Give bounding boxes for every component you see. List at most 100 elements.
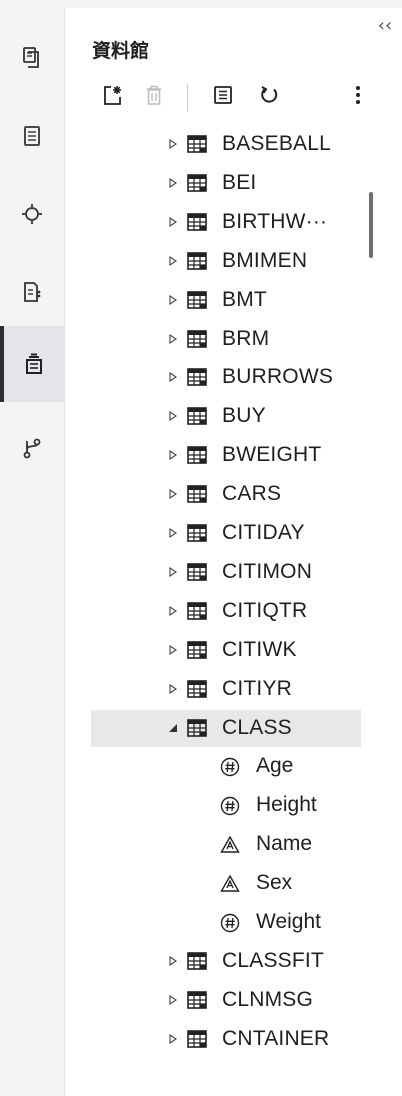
table-icon	[187, 601, 207, 620]
tree-row-table[interactable]: BWEIGHT	[0, 436, 402, 474]
tree-row-table[interactable]: CLASS	[0, 709, 402, 747]
file-copy-icon	[22, 47, 42, 69]
collapsed-triangle-icon[interactable]	[167, 294, 179, 306]
kebab-icon	[355, 85, 361, 110]
table-label: BUY	[222, 404, 266, 428]
table-icon	[187, 446, 207, 464]
table-icon	[187, 718, 207, 737]
panel-toolbar	[0, 82, 402, 114]
table-label: CITIMON	[222, 559, 313, 583]
tree-row-table[interactable]: BMIMEN	[0, 242, 402, 280]
table-icon	[187, 485, 207, 503]
tree-row-table[interactable]: BIRTHW···	[0, 203, 402, 241]
collapsed-triangle-icon[interactable]	[167, 255, 179, 267]
character-column-icon	[220, 874, 240, 894]
tree-row-column[interactable]: Sex	[0, 864, 402, 902]
trash-icon	[144, 84, 164, 111]
tree-row-table[interactable]: CNTAINER	[0, 1020, 402, 1058]
column-label: Age	[256, 754, 294, 778]
view-properties-button[interactable]	[208, 82, 238, 112]
tree-row-table[interactable]: CITIQTR	[0, 592, 402, 630]
table-icon	[187, 368, 207, 387]
tree-row-table[interactable]: CITIWK	[0, 631, 402, 669]
column-label: Height	[256, 793, 317, 817]
table-icon	[187, 251, 207, 270]
numeric-column-icon	[220, 796, 240, 816]
table-icon	[187, 174, 207, 192]
table-label: BRM	[222, 326, 270, 350]
collapsed-triangle-icon[interactable]	[167, 644, 179, 656]
tree-row-table[interactable]: CARS	[0, 475, 402, 513]
tree-row-table[interactable]: BMT	[0, 281, 402, 319]
tree-row-column[interactable]: Name	[0, 825, 402, 863]
collapsed-triangle-icon[interactable]	[167, 449, 179, 461]
tree-row-table[interactable]: CLASSFIT	[0, 942, 402, 980]
tree-row-table[interactable]: BEI	[0, 164, 402, 202]
table-icon	[187, 1029, 207, 1048]
table-icon	[187, 212, 207, 231]
numeric-column-icon	[220, 913, 240, 933]
collapsed-triangle-icon[interactable]	[167, 566, 179, 578]
table-label: BMIMEN	[222, 248, 308, 272]
table-label: BEI	[222, 170, 257, 194]
collapsed-triangle-icon[interactable]	[167, 138, 179, 150]
collapsed-triangle-icon[interactable]	[167, 527, 179, 539]
tree-row-table[interactable]: CITIYR	[0, 670, 402, 708]
table-label: CNTAINER	[222, 1026, 330, 1050]
properties-icon	[213, 85, 233, 110]
collapsed-triangle-icon[interactable]	[167, 410, 179, 422]
new-library-icon	[102, 84, 124, 111]
tree-row-column[interactable]: Height	[0, 786, 402, 824]
table-label: CITIWK	[222, 637, 297, 661]
refresh-button[interactable]	[254, 82, 284, 112]
table-label: CLASSFIT	[222, 948, 324, 972]
tree-row-column[interactable]: Weight	[0, 903, 402, 941]
collapsed-triangle-icon[interactable]	[167, 216, 179, 228]
table-label: BWEIGHT	[222, 443, 322, 467]
table-icon	[187, 952, 207, 970]
refresh-icon	[258, 84, 280, 111]
collapsed-triangle-icon[interactable]	[167, 1033, 179, 1045]
table-label: CLASS	[222, 715, 292, 739]
expanded-triangle-icon[interactable]	[167, 722, 179, 734]
table-label: BURROWS	[222, 365, 334, 389]
table-label: CITIQTR	[222, 598, 308, 622]
character-column-icon	[220, 835, 240, 855]
table-icon	[187, 407, 207, 426]
collapsed-triangle-icon[interactable]	[167, 605, 179, 617]
column-label: Name	[256, 832, 313, 856]
column-label: Weight	[256, 910, 321, 933]
collapsed-triangle-icon[interactable]	[167, 683, 179, 695]
new-library-button[interactable]	[98, 82, 128, 112]
tree-row-table[interactable]: CITIMON	[0, 553, 402, 591]
collapse-panel-button[interactable]: ‹‹	[374, 15, 396, 37]
collapsed-triangle-icon[interactable]	[167, 488, 179, 500]
tree-row-table[interactable]: BASEBALL	[0, 125, 402, 163]
collapsed-triangle-icon[interactable]	[167, 994, 179, 1006]
collapsed-triangle-icon[interactable]	[167, 333, 179, 345]
tree-row-table[interactable]: BRM	[0, 320, 402, 358]
table-label: BMT	[222, 287, 267, 311]
table-label: BIRTHW···	[222, 209, 328, 233]
collapsed-triangle-icon[interactable]	[167, 371, 179, 383]
table-icon	[187, 524, 207, 542]
table-icon	[187, 290, 207, 309]
top-strip	[0, 0, 402, 8]
table-label: BASEBALL	[222, 132, 331, 155]
table-label: CLNMSG	[222, 987, 314, 1011]
more-options-button[interactable]	[343, 82, 373, 112]
numeric-column-icon	[220, 757, 240, 777]
tree-row-table[interactable]: CLNMSG	[0, 981, 402, 1019]
tree-row-table[interactable]: BURROWS	[0, 358, 402, 396]
table-icon	[187, 990, 207, 1009]
collapsed-triangle-icon[interactable]	[167, 955, 179, 967]
table-icon	[187, 640, 207, 659]
table-label: CARS	[222, 482, 282, 506]
delete-button[interactable]	[139, 82, 169, 112]
table-label: CITIYR	[222, 676, 293, 700]
tree-row-table[interactable]: BUY	[0, 397, 402, 435]
collapsed-triangle-icon[interactable]	[167, 177, 179, 189]
tree-row-column[interactable]: Age	[0, 747, 402, 785]
table-icon	[187, 563, 207, 581]
tree-row-table[interactable]: CITIDAY	[0, 514, 402, 552]
